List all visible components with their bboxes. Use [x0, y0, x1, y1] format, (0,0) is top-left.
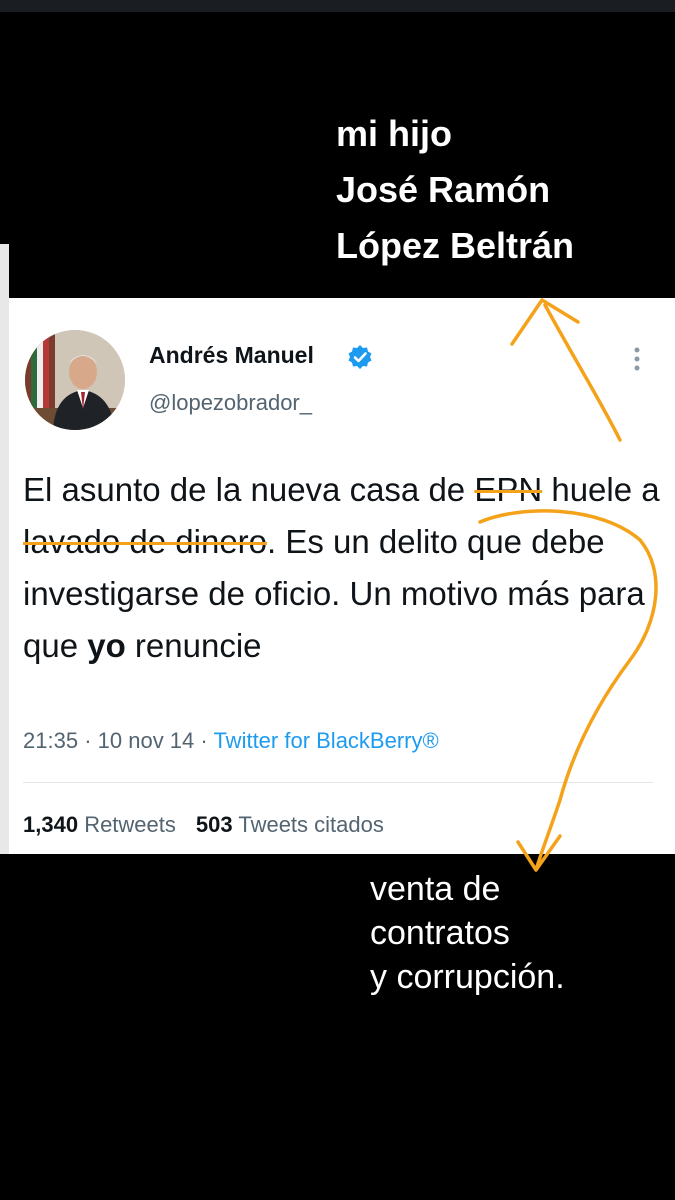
caption-bottom: venta de contratos y corrupción. — [370, 872, 565, 1004]
tweet-text-part: huele a — [542, 471, 660, 508]
caption-bottom-line: contratos — [370, 914, 510, 952]
quotes-label: Tweets citados — [238, 812, 384, 837]
tweet-date[interactable]: 10 nov 14 — [98, 728, 195, 753]
caption-top-line: López Beltrán — [336, 225, 575, 266]
screenshot-page: mi hijo José Ramón López Beltrán Andrés … — [0, 0, 675, 1200]
tweet-text: El asunto de la nueva casa de EPN huele … — [23, 464, 663, 672]
background-edge — [0, 244, 9, 854]
avatar[interactable] — [25, 330, 125, 430]
caption-bottom-line: venta de — [370, 870, 501, 908]
meta-separator: · — [200, 728, 208, 753]
user-handle[interactable]: @lopezobrador_ — [149, 390, 312, 416]
avatar-image — [25, 330, 125, 430]
tweet-text-emphasis: yo — [87, 627, 126, 664]
tweet-source[interactable]: Twitter for BlackBerry® — [213, 728, 438, 753]
caption-bottom-line: y corrupción. — [370, 958, 565, 996]
tweet-meta: 21:35 · 10 nov 14 · Twitter for BlackBer… — [23, 728, 439, 754]
status-bar — [0, 0, 675, 12]
verified-badge-icon — [348, 345, 372, 369]
retweets-label: Retweets — [84, 812, 176, 837]
caption-top: mi hijo José Ramón López Beltrán — [336, 116, 574, 284]
retweets-stat[interactable]: 1,340 Retweets — [23, 812, 176, 837]
tweet-time[interactable]: 21:35 — [23, 728, 78, 753]
tweet-card: Andrés Manuel @lopezobrador_ El asunto d… — [9, 298, 675, 854]
tweet-text-struck: lavado de dinero — [23, 523, 268, 560]
display-name[interactable]: Andrés Manuel — [149, 342, 314, 369]
quotes-stat[interactable]: 503 Tweets citados — [196, 812, 384, 837]
more-vertical-icon[interactable] — [629, 344, 645, 374]
retweets-count: 1,340 — [23, 812, 79, 837]
tweet-text-part: El asunto de la nueva casa de — [23, 471, 475, 508]
divider — [23, 782, 653, 783]
tweet-stats: 1,340 Retweets 503 Tweets citados — [23, 812, 384, 838]
tweet-text-struck: EPN — [474, 471, 543, 508]
caption-top-line: mi hijo — [336, 113, 452, 154]
quotes-count: 503 — [195, 812, 233, 837]
caption-top-line: José Ramón — [336, 169, 551, 210]
meta-separator: · — [84, 728, 92, 753]
tweet-text-part: renuncie — [125, 627, 262, 664]
